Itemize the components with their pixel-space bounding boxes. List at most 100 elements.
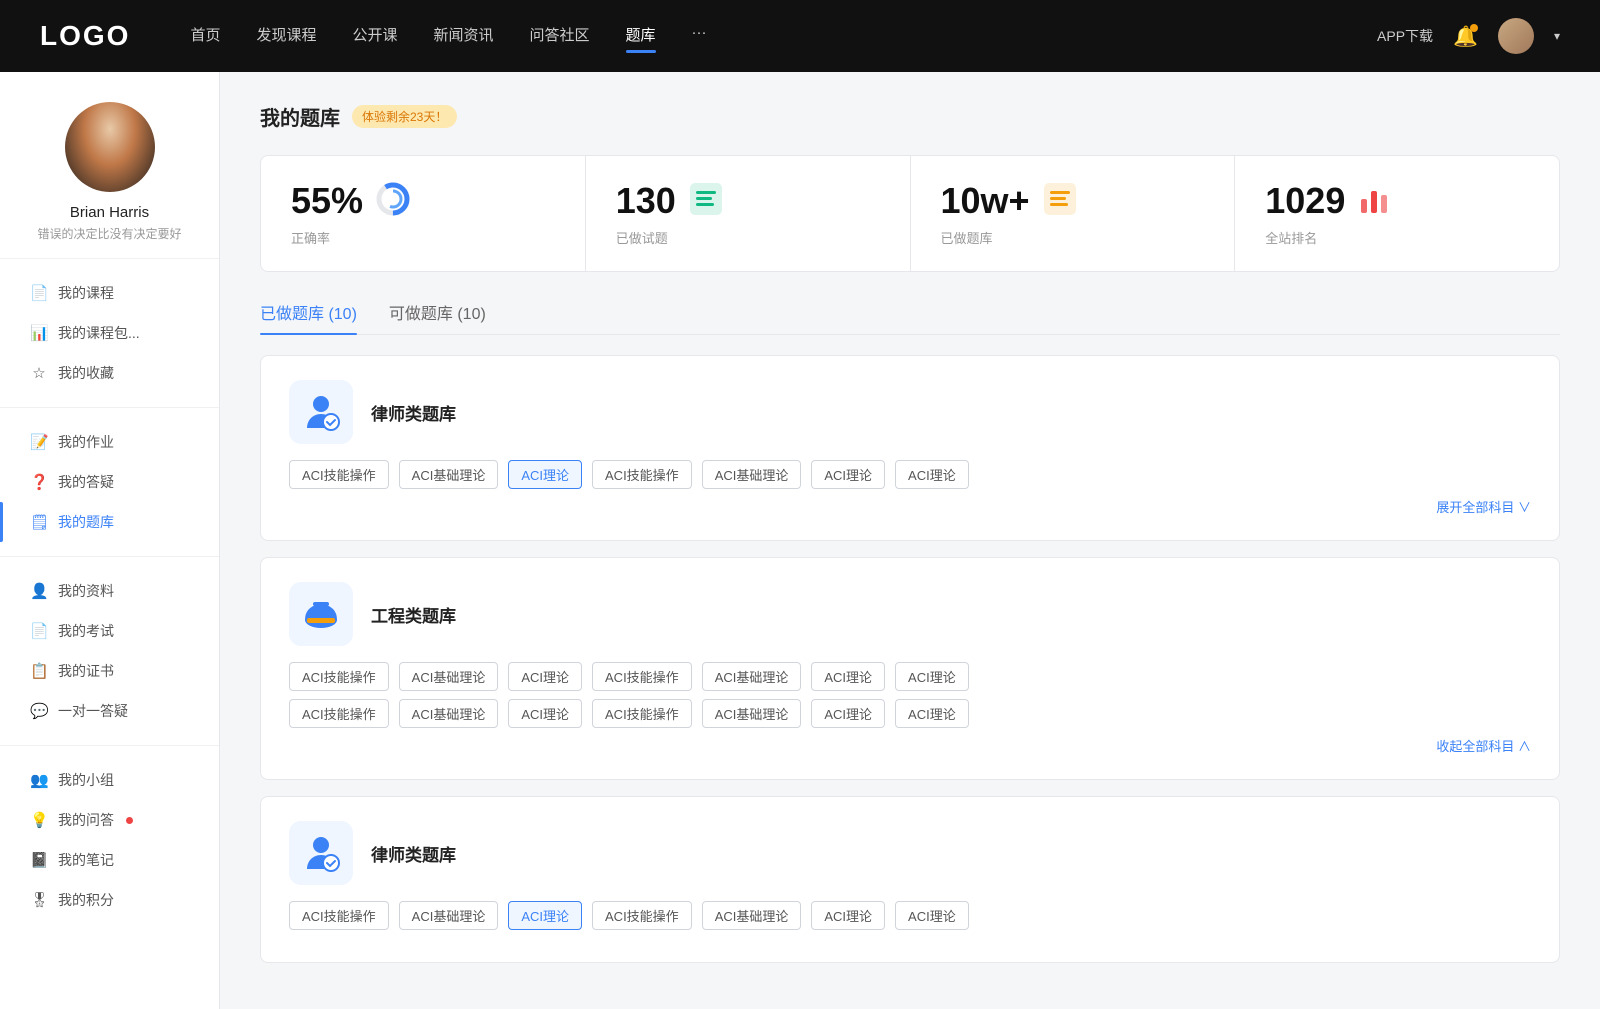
stat-rank: 1029 全站排名: [1235, 156, 1559, 271]
tag[interactable]: ACI理论: [508, 699, 582, 728]
tag[interactable]: ACI技能操作: [289, 662, 389, 691]
tags-row-1: ACI技能操作 ACI基础理论 ACI理论 ACI技能操作 ACI基础理论 AC…: [289, 662, 1531, 691]
stat-top: 130: [616, 180, 880, 222]
tag[interactable]: ACI理论: [895, 901, 969, 930]
tag[interactable]: ACI理论: [508, 662, 582, 691]
sidebar-item-my-package[interactable]: 📊 我的课程包...: [0, 313, 219, 353]
tag[interactable]: ACI技能操作: [592, 662, 692, 691]
nav-links: 首页 发现课程 公开课 新闻资讯 问答社区 题库 ···: [190, 24, 1377, 49]
notification-red-dot: [126, 817, 133, 824]
tag[interactable]: ACI基础理论: [702, 901, 802, 930]
sidebar-item-label: 我的笔记: [58, 850, 114, 870]
tag[interactable]: ACI技能操作: [289, 901, 389, 930]
sidebar-item-label: 一对一答疑: [58, 701, 128, 721]
sidebar-item-my-points[interactable]: 🎖 我的积分: [0, 880, 219, 920]
tag[interactable]: ACI理论: [811, 460, 885, 489]
qbank-icon: 🗒: [30, 513, 48, 531]
main-layout: Brian Harris 错误的决定比没有决定要好 📄 我的课程 📊 我的课程包…: [0, 72, 1600, 1009]
tags-row: ACI技能操作 ACI基础理论 ACI理论 ACI技能操作 ACI基础理论 AC…: [289, 460, 1531, 489]
tag-active[interactable]: ACI理论: [508, 901, 582, 930]
question-icon: 💡: [30, 811, 48, 829]
stat-done-banks: 10w+ 已做题库: [911, 156, 1236, 271]
sidebar-item-my-profile[interactable]: 👤 我的资料: [0, 571, 219, 611]
nav-open[interactable]: 公开课: [352, 24, 397, 49]
sidebar-item-label: 我的课程: [58, 283, 114, 303]
list-orange-icon: [1042, 181, 1078, 222]
sidebar-item-my-qa[interactable]: ❓ 我的答疑: [0, 462, 219, 502]
stat-value: 55%: [291, 180, 363, 222]
app-download-button[interactable]: APP下载: [1377, 26, 1433, 46]
profile-icon: 👤: [30, 582, 48, 600]
sidebar-item-my-qbank[interactable]: 🗒 我的题库: [0, 502, 219, 542]
tag[interactable]: ACI技能操作: [592, 699, 692, 728]
sidebar-item-my-question[interactable]: 💡 我的问答: [0, 800, 219, 840]
qbank-title: 工程类题库: [371, 602, 456, 627]
qa-icon: ❓: [30, 473, 48, 491]
qbank-icon-wrap: [289, 380, 353, 444]
sidebar-item-my-notes[interactable]: 📓 我的笔记: [0, 840, 219, 880]
group-icon: 👥: [30, 771, 48, 789]
user-name: Brian Harris: [70, 204, 149, 221]
tag[interactable]: ACI技能操作: [592, 901, 692, 930]
tag-active[interactable]: ACI理论: [508, 460, 582, 489]
tag[interactable]: ACI基础理论: [702, 662, 802, 691]
sidebar-item-my-exam[interactable]: 📄 我的考试: [0, 611, 219, 651]
nav-home[interactable]: 首页: [190, 24, 220, 49]
tag[interactable]: ACI基础理论: [702, 699, 802, 728]
tag[interactable]: ACI基础理论: [399, 901, 499, 930]
tag[interactable]: ACI基础理论: [399, 699, 499, 728]
main-content: 我的题库 体验剩余23天！ 55% 正确率: [220, 72, 1600, 1009]
expand-link[interactable]: 展开全部科目 ∨: [289, 497, 1531, 516]
tag[interactable]: ACI技能操作: [289, 460, 389, 489]
tag[interactable]: ACI理论: [811, 662, 885, 691]
tag[interactable]: ACI技能操作: [592, 460, 692, 489]
qbank-header: 律师类题库: [289, 380, 1531, 444]
chat-icon: 💬: [30, 702, 48, 720]
sidebar-item-label: 我的作业: [58, 432, 114, 452]
tag[interactable]: ACI基础理论: [399, 662, 499, 691]
sidebar: Brian Harris 错误的决定比没有决定要好 📄 我的课程 📊 我的课程包…: [0, 72, 220, 1009]
tags-row: ACI技能操作 ACI基础理论 ACI理论 ACI技能操作 ACI基础理论 AC…: [289, 901, 1531, 930]
sidebar-item-my-cert[interactable]: 📋 我的证书: [0, 651, 219, 691]
sidebar-item-label: 我的考试: [58, 621, 114, 641]
chevron-down-icon[interactable]: ▾: [1554, 29, 1560, 43]
stat-label: 已做题库: [941, 228, 1205, 247]
tag[interactable]: ACI理论: [811, 699, 885, 728]
tab-todo[interactable]: 可做题库 (10): [389, 300, 486, 334]
page-title: 我的题库: [260, 102, 340, 131]
homework-icon: 📝: [30, 433, 48, 451]
sidebar-menu: 📄 我的课程 📊 我的课程包... ☆ 我的收藏 📝 我的作业 ❓ 我的答疑: [0, 273, 219, 920]
nav-more[interactable]: ···: [692, 24, 707, 49]
tag[interactable]: ACI理论: [895, 662, 969, 691]
tag[interactable]: ACI基础理论: [702, 460, 802, 489]
qbank-card-engineering: 工程类题库 ACI技能操作 ACI基础理论 ACI理论 ACI技能操作 ACI基…: [260, 557, 1560, 780]
user-avatar[interactable]: [1498, 18, 1534, 54]
sidebar-divider-3: [0, 556, 219, 557]
sidebar-divider-4: [0, 745, 219, 746]
tag[interactable]: ACI理论: [895, 460, 969, 489]
sidebar-item-one-on-one[interactable]: 💬 一对一答疑: [0, 691, 219, 731]
course-icon: 📄: [30, 284, 48, 302]
stat-accuracy: 55% 正确率: [261, 156, 586, 271]
qbank-title: 律师类题库: [371, 400, 456, 425]
sidebar-item-my-group[interactable]: 👥 我的小组: [0, 760, 219, 800]
collapse-link[interactable]: 收起全部科目 ∧: [289, 736, 1531, 755]
tag[interactable]: ACI理论: [895, 699, 969, 728]
tag[interactable]: ACI基础理论: [399, 460, 499, 489]
tag[interactable]: ACI技能操作: [289, 699, 389, 728]
nav-qbank[interactable]: 题库: [626, 24, 656, 49]
sidebar-item-my-collect[interactable]: ☆ 我的收藏: [0, 353, 219, 393]
nav-news[interactable]: 新闻资讯: [434, 24, 494, 49]
sidebar-item-my-homework[interactable]: 📝 我的作业: [0, 422, 219, 462]
notification-bell[interactable]: 🔔: [1453, 24, 1478, 49]
sidebar-item-my-course[interactable]: 📄 我的课程: [0, 273, 219, 313]
sidebar-item-label: 我的课程包...: [58, 323, 140, 343]
nav-discover[interactable]: 发现课程: [256, 24, 316, 49]
nav-qa[interactable]: 问答社区: [530, 24, 590, 49]
avatar-image: [1498, 18, 1534, 54]
sidebar-item-label: 我的资料: [58, 581, 114, 601]
tag[interactable]: ACI理论: [811, 901, 885, 930]
helmet-icon: [299, 592, 343, 636]
person-badge-icon-2: [299, 831, 343, 875]
tab-done[interactable]: 已做题库 (10): [260, 300, 357, 334]
